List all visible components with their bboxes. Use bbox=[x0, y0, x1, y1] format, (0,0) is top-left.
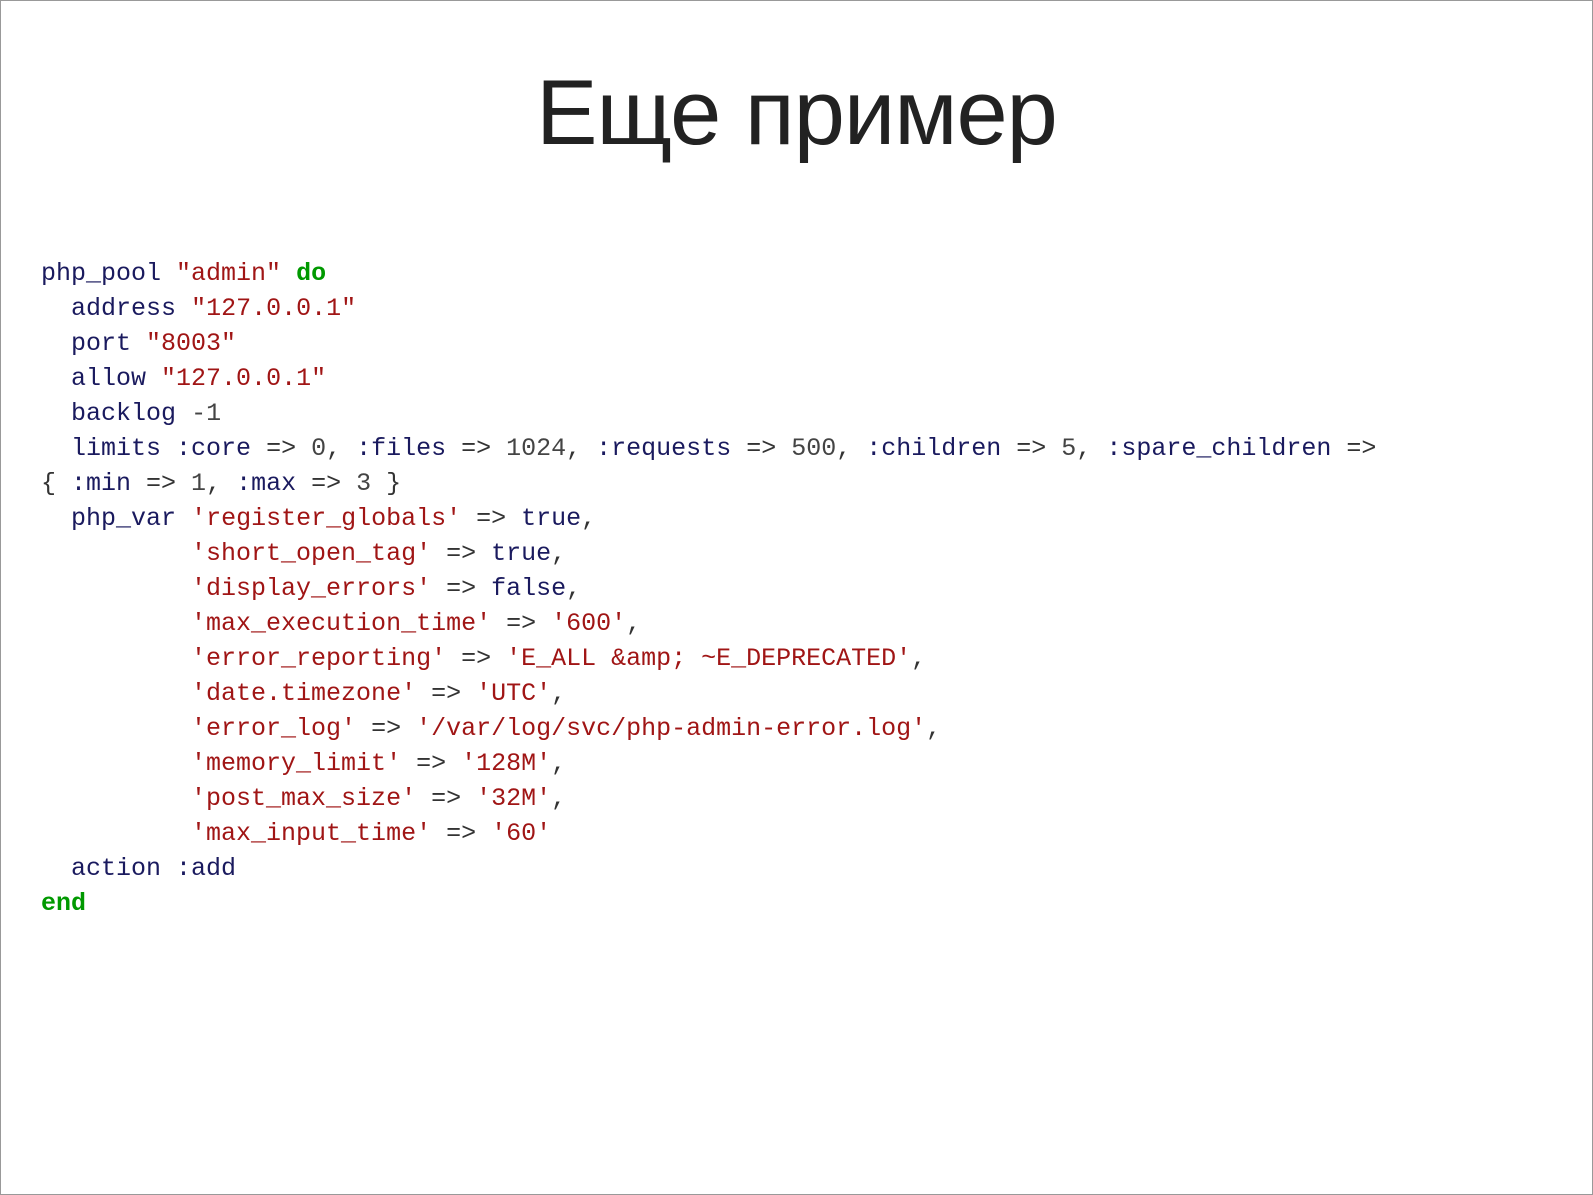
str-short-open-tag: 'short_open_tag' bbox=[191, 539, 431, 568]
sym-requests: :requests bbox=[596, 434, 731, 463]
val-requests: 500 bbox=[791, 434, 836, 463]
val-true2: true bbox=[491, 539, 551, 568]
arrow: => bbox=[446, 644, 506, 673]
arrow: => bbox=[461, 504, 521, 533]
fn-action: action bbox=[71, 854, 161, 883]
comma: , bbox=[206, 469, 236, 498]
arrow: => bbox=[431, 819, 491, 848]
comma-trail: , bbox=[581, 504, 596, 533]
sym-files: :files bbox=[356, 434, 446, 463]
sym-children: :children bbox=[866, 434, 1001, 463]
str-max-exec: 'max_execution_time' bbox=[191, 609, 491, 638]
val-false: false bbox=[491, 574, 566, 603]
val-backlog: -1 bbox=[191, 399, 221, 428]
str-date-tz: 'date.timezone' bbox=[191, 679, 416, 708]
sym-max: :max bbox=[236, 469, 296, 498]
comma-trail: , bbox=[551, 679, 566, 708]
brace-close: } bbox=[371, 469, 401, 498]
val-error-log: '/var/log/svc/php-admin-error.log' bbox=[416, 714, 926, 743]
code-block: php_pool "admin" do address "127.0.0.1" … bbox=[41, 256, 1552, 921]
fn-address: address bbox=[71, 294, 176, 323]
val-error-reporting: 'E_ALL &amp; ~E_DEPRECATED' bbox=[506, 644, 911, 673]
str-error-log: 'error_log' bbox=[191, 714, 356, 743]
arrow: => bbox=[416, 679, 476, 708]
sym-min: :min bbox=[71, 469, 131, 498]
fn-port: port bbox=[71, 329, 131, 358]
arrow: => bbox=[446, 434, 506, 463]
val-max: 3 bbox=[356, 469, 371, 498]
comma-trail: , bbox=[566, 574, 581, 603]
arrow: => bbox=[131, 469, 191, 498]
val-children: 5 bbox=[1061, 434, 1076, 463]
arrow: => bbox=[731, 434, 791, 463]
str-memory-limit: 'memory_limit' bbox=[191, 749, 401, 778]
comma-trail: , bbox=[551, 539, 566, 568]
slide-container: Еще пример php_pool "admin" do address "… bbox=[0, 0, 1593, 1195]
sym-spare-children: :spare_children bbox=[1106, 434, 1331, 463]
str-post-max-size: 'post_max_size' bbox=[191, 784, 416, 813]
arrow: => bbox=[1331, 434, 1391, 463]
val-memory-limit: '128M' bbox=[461, 749, 551, 778]
comma-trail: , bbox=[911, 644, 926, 673]
str-register-globals: 'register_globals' bbox=[191, 504, 461, 533]
val-port: "8003" bbox=[146, 329, 236, 358]
comma-trail: , bbox=[551, 784, 566, 813]
sym-core: :core bbox=[176, 434, 251, 463]
fn-limits: limits bbox=[71, 434, 161, 463]
val-min: 1 bbox=[191, 469, 206, 498]
arrow: => bbox=[356, 714, 416, 743]
arrow: => bbox=[431, 539, 491, 568]
val-date-tz: 'UTC' bbox=[476, 679, 551, 708]
comma-trail: , bbox=[626, 609, 641, 638]
pool-name: "admin" bbox=[176, 259, 281, 288]
str-error-reporting: 'error_reporting' bbox=[191, 644, 446, 673]
val-address: "127.0.0.1" bbox=[191, 294, 356, 323]
val-max-input-time: '60' bbox=[491, 819, 551, 848]
comma: , bbox=[1076, 434, 1106, 463]
kw-end: end bbox=[41, 889, 86, 918]
slide-title: Еще пример bbox=[41, 61, 1552, 166]
fn-backlog: backlog bbox=[71, 399, 176, 428]
val-post-max-size: '32M' bbox=[476, 784, 551, 813]
arrow: => bbox=[296, 469, 356, 498]
fn-php-pool: php_pool bbox=[41, 259, 161, 288]
fn-php-var: php_var bbox=[71, 504, 176, 533]
sym-add: :add bbox=[176, 854, 236, 883]
arrow: => bbox=[416, 784, 476, 813]
arrow: => bbox=[1001, 434, 1061, 463]
kw-do: do bbox=[296, 259, 326, 288]
arrow: => bbox=[491, 609, 551, 638]
val-true1: true bbox=[521, 504, 581, 533]
comma: , bbox=[566, 434, 596, 463]
brace-open: { bbox=[41, 469, 71, 498]
val-core: 0 bbox=[311, 434, 326, 463]
arrow: => bbox=[401, 749, 461, 778]
fn-allow: allow bbox=[71, 364, 146, 393]
str-max-input-time: 'max_input_time' bbox=[191, 819, 431, 848]
comma-trail: , bbox=[551, 749, 566, 778]
val-max-exec: '600' bbox=[551, 609, 626, 638]
str-display-errors: 'display_errors' bbox=[191, 574, 431, 603]
comma: , bbox=[326, 434, 356, 463]
comma: , bbox=[836, 434, 866, 463]
val-files: 1024 bbox=[506, 434, 566, 463]
arrow: => bbox=[251, 434, 311, 463]
arrow: => bbox=[431, 574, 491, 603]
val-allow: "127.0.0.1" bbox=[161, 364, 326, 393]
comma-trail: , bbox=[926, 714, 941, 743]
